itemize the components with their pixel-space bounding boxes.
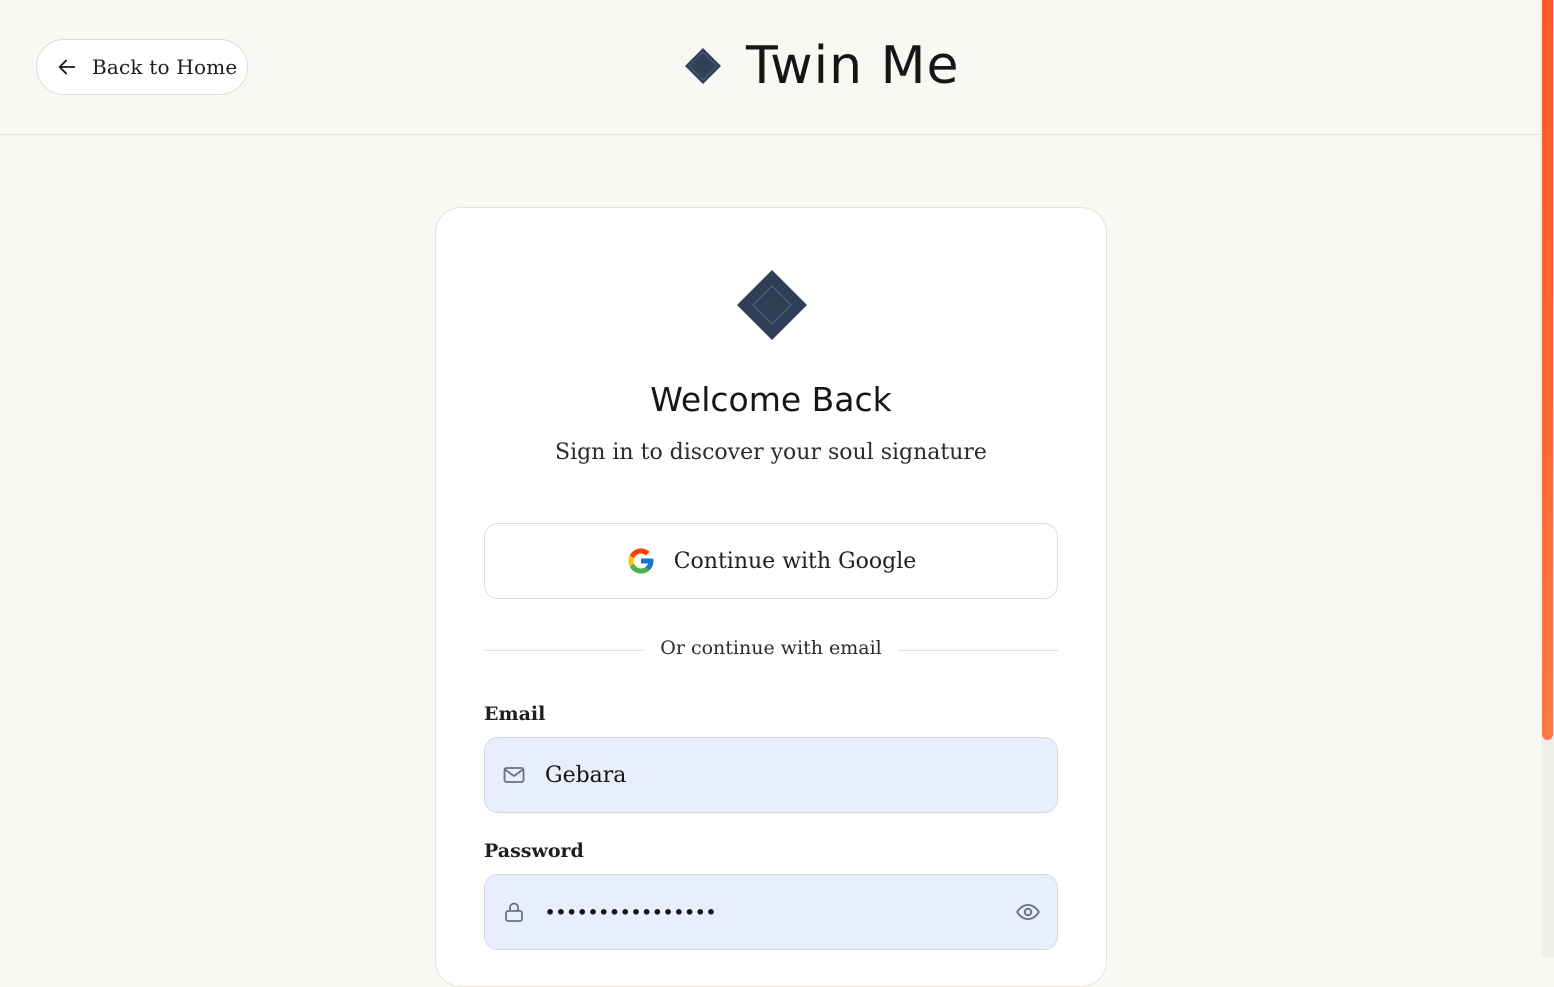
divider-text: Or continue with email bbox=[660, 637, 882, 659]
email-value: Gebara bbox=[545, 762, 627, 788]
google-icon bbox=[628, 548, 654, 574]
page-title: Welcome Back bbox=[650, 380, 892, 419]
top-header: Back to Home Twin Me bbox=[0, 0, 1541, 135]
scrollbar-thumb[interactable] bbox=[1542, 0, 1553, 740]
password-field[interactable]: •••••••••••••••• bbox=[484, 874, 1058, 950]
sign-in-card: Welcome Back Sign in to discover your so… bbox=[435, 207, 1107, 987]
password-value: •••••••••••••••• bbox=[545, 902, 717, 922]
diamond-logo-icon bbox=[737, 270, 807, 340]
email-divider: Or continue with email bbox=[484, 636, 1058, 666]
divider-line-right bbox=[898, 650, 1058, 651]
password-label: Password bbox=[484, 840, 584, 862]
continue-with-google-button[interactable]: Continue with Google bbox=[484, 523, 1058, 599]
eye-icon[interactable] bbox=[1015, 899, 1041, 925]
brand: Twin Me bbox=[684, 30, 959, 102]
arrow-left-icon bbox=[58, 59, 76, 75]
mail-icon bbox=[503, 767, 525, 783]
email-field[interactable]: Gebara bbox=[484, 737, 1058, 813]
back-to-home-label: Back to Home bbox=[92, 55, 238, 79]
back-to-home-button[interactable]: Back to Home bbox=[36, 39, 248, 95]
email-label: Email bbox=[484, 703, 546, 725]
continue-with-google-label: Continue with Google bbox=[673, 548, 917, 574]
page-subtitle: Sign in to discover your soul signature bbox=[555, 440, 987, 465]
brand-name: Twin Me bbox=[746, 36, 960, 96]
page-scrollbar[interactable] bbox=[1541, 0, 1554, 957]
lock-icon bbox=[505, 902, 523, 922]
diamond-logo-icon bbox=[685, 48, 721, 84]
